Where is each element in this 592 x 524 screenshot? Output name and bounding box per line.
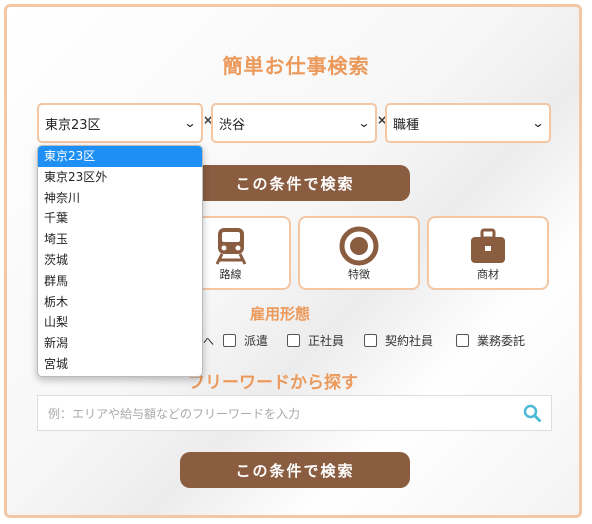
search-icon[interactable] — [523, 404, 541, 422]
area-dropdown-list[interactable]: 東京23区 東京23区外 神奈川 千葉 埼玉 茨城 群馬 栃木 山梨 新潟 宮城 — [37, 145, 203, 377]
search-button-bottom[interactable]: この条件で検索 — [180, 452, 410, 488]
search-placeholder: 例：エリアや給与額などのフリーワードを入力 — [48, 406, 301, 421]
checkbox-dispatch[interactable]: 派遣 — [223, 332, 268, 349]
dropdown-option[interactable]: 埼玉 — [38, 229, 202, 250]
dropdown-option[interactable]: 新潟 — [38, 333, 202, 354]
checkbox-box[interactable] — [456, 334, 469, 347]
freeword-title: フリーワードから探す — [188, 373, 358, 393]
briefcase-icon — [471, 228, 505, 263]
checkbox-label: 派遣 — [244, 334, 269, 348]
checkbox-label: 正社員 — [308, 334, 345, 348]
category-product[interactable]: 商材 — [427, 216, 549, 290]
dropdown-option[interactable]: 山梨 — [38, 312, 202, 333]
dropdown-option[interactable]: 千葉 — [38, 208, 202, 229]
job-type-select[interactable]: 職種 ⌄ — [385, 103, 551, 143]
dropdown-option[interactable]: 神奈川 — [38, 188, 202, 209]
checkbox-label: 業務委託 — [477, 334, 526, 348]
dropdown-option[interactable]: 宮城 — [38, 354, 202, 375]
checkbox-fulltime[interactable]: 正社員 — [287, 332, 344, 349]
area-select[interactable]: 東京23区 ⌄ — [37, 103, 203, 143]
chevron-down-icon: ⌄ — [357, 116, 371, 130]
job-type-select-value: 職種 — [393, 117, 420, 133]
search-button-top[interactable]: この条件で検索 — [180, 165, 410, 201]
checkbox-label: 契約社員 — [385, 334, 434, 348]
dropdown-option[interactable]: 栃木 — [38, 292, 202, 313]
checkbox-contract[interactable]: 契約社員 — [364, 332, 433, 349]
ring-icon — [339, 226, 379, 266]
area-select-value: 東京23区 — [45, 117, 101, 133]
checkbox-box[interactable] — [364, 334, 377, 347]
station-select-value: 渋谷 — [219, 117, 246, 133]
train-icon — [215, 228, 246, 265]
chevron-down-icon: ⌄ — [531, 116, 545, 130]
station-select[interactable]: 渋谷 ⌄ — [211, 103, 377, 143]
dropdown-option[interactable]: 東京23区外 — [38, 167, 202, 188]
category-label: 商材 — [477, 268, 499, 281]
employment-partial-label: へ — [203, 335, 214, 348]
checkbox-outsourcing[interactable]: 業務委託 — [456, 332, 525, 349]
category-label: 特徴 — [348, 268, 370, 281]
checkbox-box[interactable] — [223, 334, 236, 347]
freeword-search-input[interactable]: 例：エリアや給与額などのフリーワードを入力 — [37, 395, 552, 431]
dropdown-option[interactable]: 茨城 — [38, 250, 202, 271]
category-feature[interactable]: 特徴 — [298, 216, 420, 290]
dropdown-option[interactable]: 東京23区 — [38, 146, 202, 167]
employment-title: 雇用形態 — [250, 305, 311, 323]
checkbox-box[interactable] — [287, 334, 300, 347]
page-title: 簡単お仕事検索 — [222, 54, 370, 78]
dropdown-option[interactable]: 群馬 — [38, 271, 202, 292]
chevron-down-icon: ⌄ — [183, 116, 197, 130]
